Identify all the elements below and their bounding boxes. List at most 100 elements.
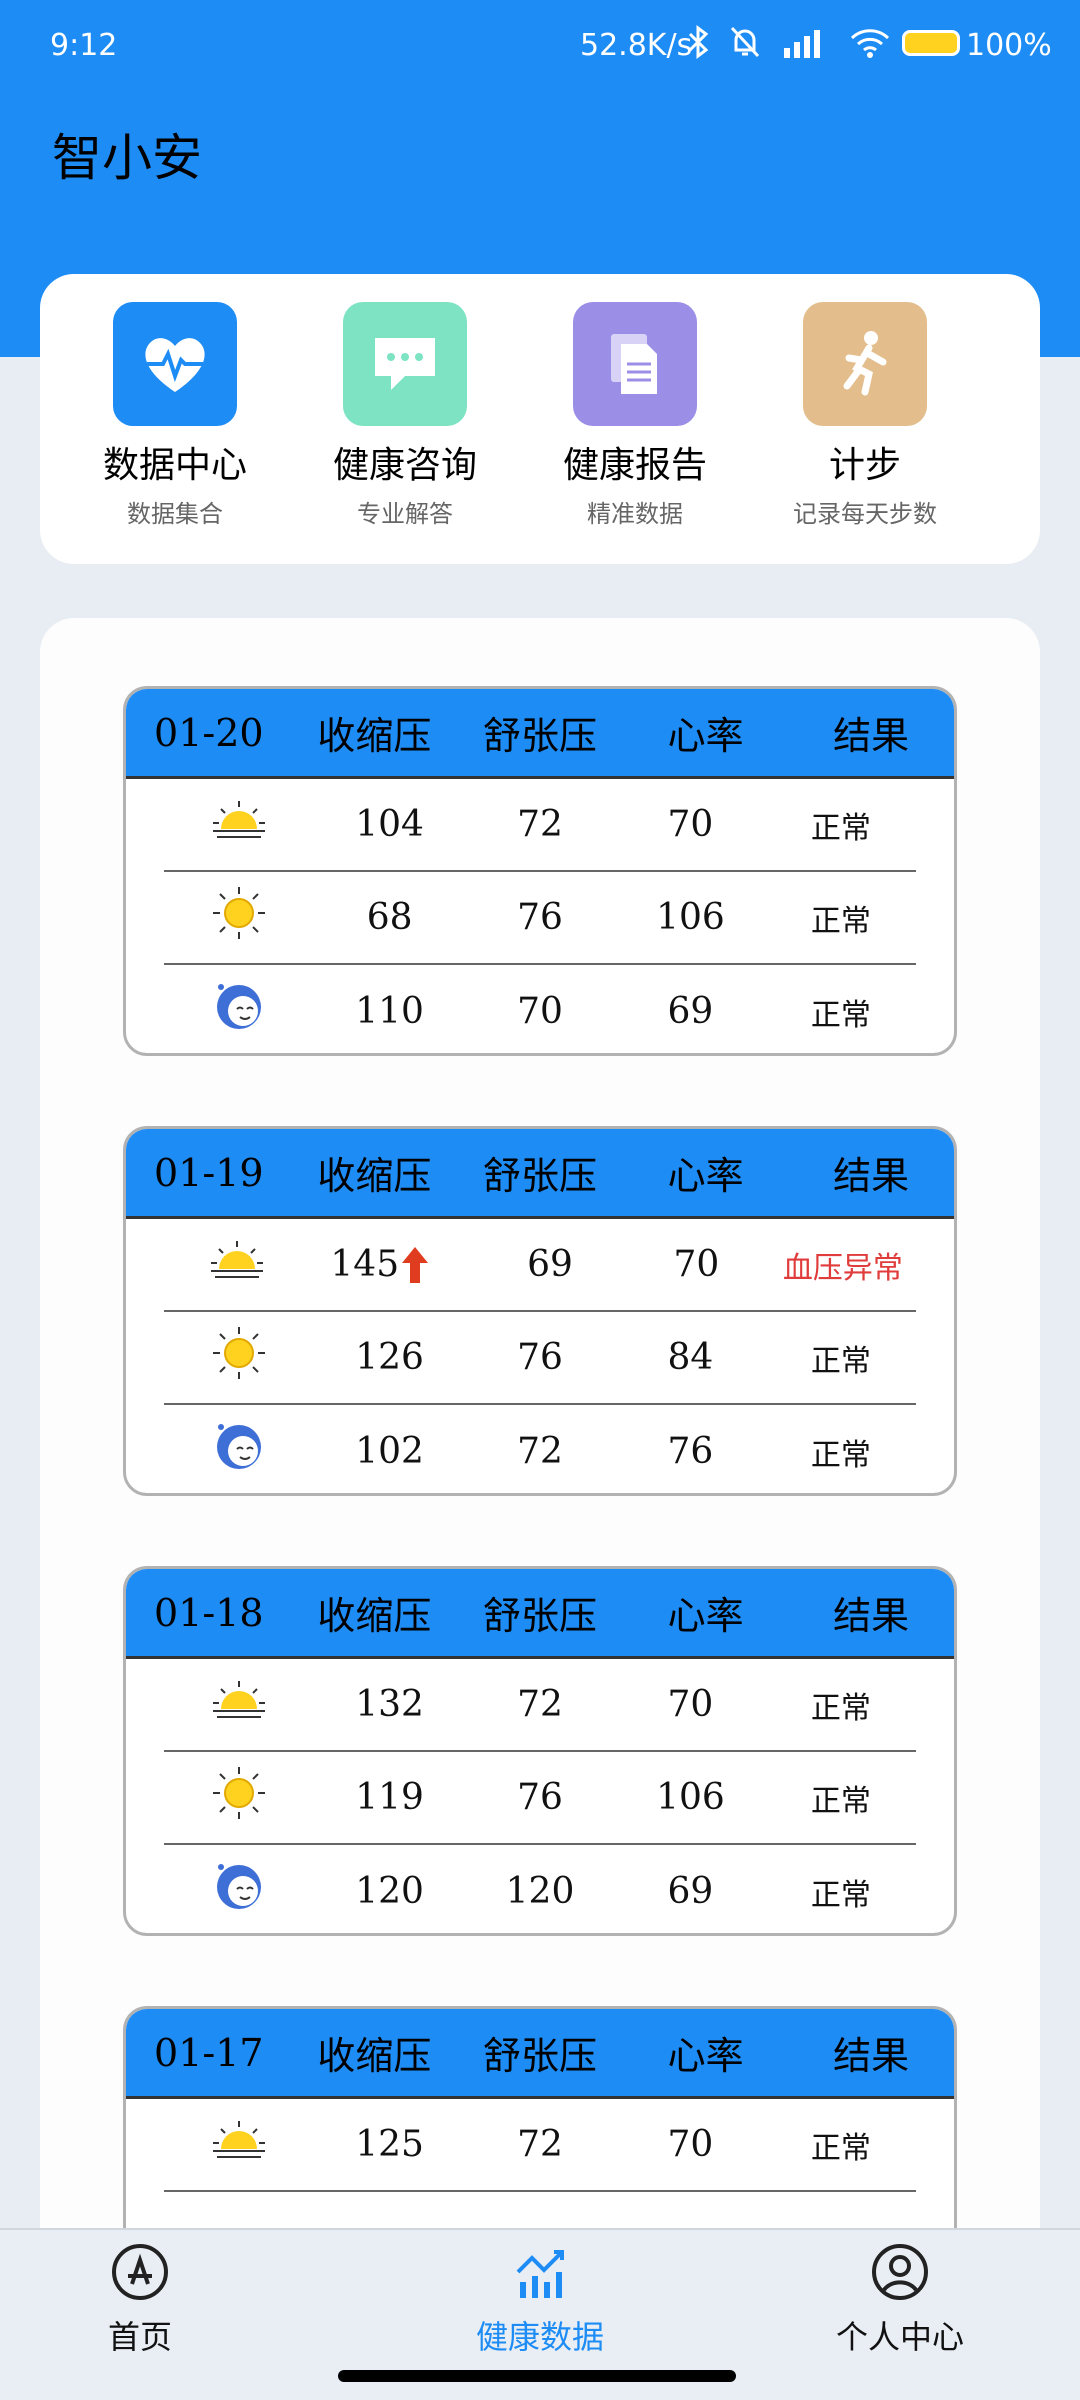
systolic-value: 110 <box>355 991 424 1032</box>
heart-rate-value: 70 <box>673 1244 720 1285</box>
sun-icon <box>164 885 314 950</box>
result-value: 正常 <box>810 1690 871 1726</box>
arrow-up-icon <box>402 1247 428 1283</box>
quick-link-sub: 记录每天步数 <box>793 500 937 528</box>
quick-link-health-report[interactable]: 健康报告 精准数据 <box>520 302 750 529</box>
table-row: 104 72 70 正常 <box>164 779 916 872</box>
table-row: 125 72 70 正常 <box>164 2099 916 2192</box>
bell-muted-icon <box>730 26 760 58</box>
table-header: 01-19 收缩压 舒张压 心率 结果 <box>126 1129 954 1219</box>
diastolic-value: 72 <box>517 2124 563 2165</box>
nav-tab-home[interactable]: 首页 <box>40 2242 240 2358</box>
night-icon <box>164 1857 314 1926</box>
table-row: 102 72 76 正常 <box>164 1405 916 1493</box>
quick-link-sub: 专业解答 <box>357 500 453 528</box>
signal-icon <box>784 30 820 58</box>
nav-label: 健康数据 <box>475 2318 604 2356</box>
header-heart-rate: 心率 <box>667 714 744 758</box>
running-person-icon <box>803 302 927 426</box>
sun-icon <box>164 1325 314 1390</box>
systolic-value: 104 <box>355 804 424 845</box>
heart-rate-value: 106 <box>656 897 725 938</box>
systolic-value: 132 <box>355 1684 424 1725</box>
morning-icon <box>164 2115 314 2174</box>
systolic-value: 126 <box>355 1337 424 1378</box>
heart-rate-value: 69 <box>667 1871 714 1912</box>
heart-rate-value: 106 <box>656 1777 725 1818</box>
status-icons <box>686 24 892 60</box>
header-result: 结果 <box>833 2034 910 2078</box>
result-value: 正常 <box>810 1783 871 1819</box>
header-result: 结果 <box>833 1594 910 1638</box>
diastolic-value: 72 <box>517 1684 563 1725</box>
user-icon <box>872 2244 928 2300</box>
systolic-value: 119 <box>355 1777 424 1818</box>
header-result: 结果 <box>833 714 910 758</box>
table-header: 01-18 收缩压 舒张压 心率 结果 <box>126 1569 954 1659</box>
diastolic-value: 72 <box>517 804 563 845</box>
nav-tab-health-data[interactable]: 健康数据 <box>440 2242 640 2358</box>
quick-link-step-counter[interactable]: 计步 记录每天步数 <box>750 302 980 529</box>
header-heart-rate: 心率 <box>667 2034 744 2078</box>
quick-link-sub: 精准数据 <box>587 500 683 528</box>
battery-level: 100% <box>966 28 1052 63</box>
heart-rate-value: 70 <box>667 804 714 845</box>
heart-rate-value: 70 <box>667 1684 714 1725</box>
header-systolic: 收缩压 <box>317 1594 432 1638</box>
table-row: 68 76 106 正常 <box>164 872 916 965</box>
day-record-table: 01-19 收缩压 舒张压 心率 结果 145 69 70 血压异常 126 7… <box>123 1126 957 1496</box>
table-header: 01-20 收缩压 舒张压 心率 结果 <box>126 689 954 779</box>
heart-rate-value: 69 <box>667 991 714 1032</box>
nav-label: 首页 <box>107 2318 172 2356</box>
heart-pulse-icon <box>113 302 237 426</box>
diastolic-value: 76 <box>517 897 563 938</box>
result-value: 正常 <box>810 1437 871 1473</box>
app-store-icon <box>112 2244 168 2300</box>
header-systolic: 收缩压 <box>317 714 432 758</box>
header-diastolic: 舒张压 <box>482 2034 597 2078</box>
diastolic-value: 69 <box>527 1244 573 1285</box>
chart-icon <box>516 2250 564 2298</box>
morning-icon <box>164 1675 314 1734</box>
result-value: 正常 <box>810 810 871 846</box>
day-record-table: 01-18 收缩压 舒张压 心率 结果 132 72 70 正常 119 76 … <box>123 1566 957 1936</box>
chat-bubble-icon <box>343 302 467 426</box>
table-row: 132 72 70 正常 <box>164 1659 916 1752</box>
nav-tab-profile[interactable]: 个人中心 <box>800 2242 1000 2358</box>
quick-link-data-center[interactable]: 数据中心 数据集合 <box>60 302 290 529</box>
systolic-value: 125 <box>355 2124 424 2165</box>
header-diastolic: 舒张压 <box>482 714 597 758</box>
home-indicator[interactable] <box>338 2370 736 2382</box>
result-value: 正常 <box>810 2130 871 2166</box>
header-systolic: 收缩压 <box>317 1154 432 1198</box>
result-value: 正常 <box>810 1343 871 1379</box>
status-time: 9:12 <box>50 28 118 63</box>
quick-link-sub: 数据集合 <box>127 500 223 528</box>
table-row: 126 76 84 正常 <box>164 1312 916 1405</box>
nav-label: 个人中心 <box>835 2318 964 2356</box>
morning-icon <box>164 1235 310 1294</box>
quick-link-health-consult[interactable]: 健康咨询 专业解答 <box>290 302 520 529</box>
night-icon <box>164 1417 314 1486</box>
morning-icon <box>164 795 314 854</box>
table-header: 01-17 收缩压 舒张压 心率 结果 <box>126 2009 954 2099</box>
header-systolic: 收缩压 <box>317 2034 432 2078</box>
quick-link-label: 计步 <box>828 445 901 486</box>
diastolic-value: 76 <box>517 1337 563 1378</box>
diastolic-value: 72 <box>517 1431 563 1472</box>
result-value: 正常 <box>810 1877 871 1913</box>
diastolic-value: 70 <box>517 991 563 1032</box>
quick-link-label: 健康报告 <box>562 445 707 486</box>
date-label: 01-18 <box>154 1590 264 1635</box>
app-title: 智小安 <box>52 129 202 187</box>
sun-icon <box>164 1765 314 1830</box>
result-value: 正常 <box>810 903 871 939</box>
document-icon <box>573 302 697 426</box>
systolic-value: 120 <box>355 1871 424 1912</box>
table-row: 120 120 69 正常 <box>164 1845 916 1933</box>
header-diastolic: 舒张压 <box>482 1594 597 1638</box>
systolic-value: 145 <box>330 1244 400 1285</box>
quick-link-label: 健康咨询 <box>332 445 477 486</box>
wifi-icon <box>850 29 890 58</box>
heart-rate-value: 76 <box>667 1431 714 1472</box>
